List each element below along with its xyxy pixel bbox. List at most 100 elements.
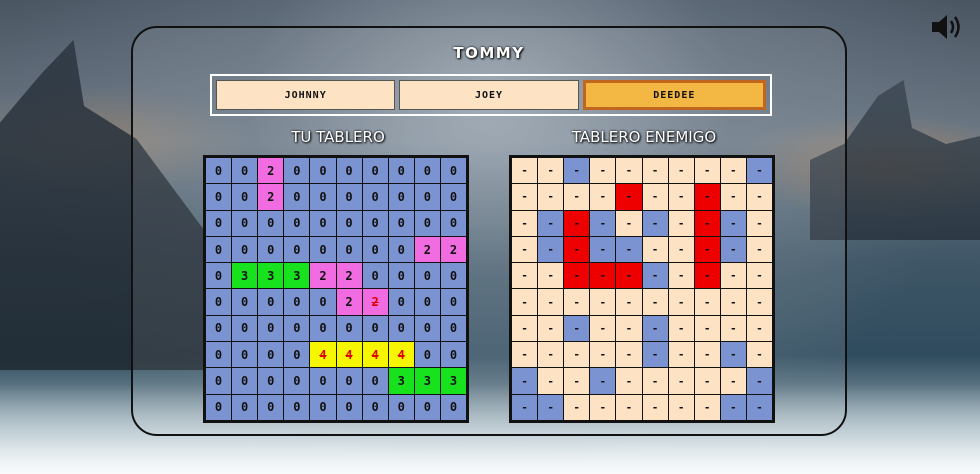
enemy-board-cell[interactable]: - bbox=[642, 263, 668, 289]
tab-deedee[interactable]: DEEDEE bbox=[582, 80, 766, 110]
enemy-board-cell[interactable]: - bbox=[746, 236, 772, 263]
enemy-board-cell[interactable]: - bbox=[642, 236, 668, 263]
enemy-board-cell[interactable]: - bbox=[720, 236, 746, 263]
enemy-board-cell[interactable]: - bbox=[746, 342, 772, 368]
sound-toggle-button[interactable] bbox=[930, 12, 964, 42]
enemy-board-cell[interactable]: - bbox=[590, 158, 616, 184]
enemy-board-cell[interactable]: - bbox=[538, 236, 564, 263]
enemy-board-cell[interactable]: - bbox=[642, 315, 668, 342]
enemy-board-cell[interactable]: - bbox=[746, 315, 772, 342]
enemy-board-cell[interactable]: - bbox=[616, 394, 642, 420]
enemy-board-cell[interactable]: - bbox=[746, 158, 772, 184]
enemy-board-cell[interactable]: - bbox=[616, 210, 642, 236]
enemy-board-cell[interactable]: - bbox=[564, 342, 590, 368]
enemy-board-cell[interactable]: - bbox=[616, 236, 642, 263]
enemy-board-cell[interactable]: - bbox=[746, 368, 772, 394]
enemy-board-cell[interactable]: - bbox=[512, 263, 538, 289]
enemy-board-cell[interactable]: - bbox=[642, 158, 668, 184]
enemy-board-cell[interactable]: - bbox=[616, 263, 642, 289]
enemy-board-cell[interactable]: - bbox=[694, 368, 720, 394]
enemy-board-cell[interactable]: - bbox=[590, 210, 616, 236]
enemy-board-cell[interactable]: - bbox=[668, 394, 694, 420]
enemy-board-cell[interactable]: - bbox=[512, 158, 538, 184]
enemy-board-cell[interactable]: - bbox=[642, 184, 668, 210]
enemy-board-cell[interactable]: - bbox=[694, 263, 720, 289]
enemy-board-cell[interactable]: - bbox=[564, 158, 590, 184]
enemy-board-cell[interactable]: - bbox=[668, 368, 694, 394]
enemy-board-cell[interactable]: - bbox=[642, 342, 668, 368]
enemy-board-cell[interactable]: - bbox=[668, 263, 694, 289]
enemy-board-cell[interactable]: - bbox=[512, 210, 538, 236]
enemy-board-cell[interactable]: - bbox=[746, 184, 772, 210]
enemy-board-cell[interactable]: - bbox=[694, 394, 720, 420]
enemy-board-cell[interactable]: - bbox=[538, 263, 564, 289]
enemy-board-cell[interactable]: - bbox=[694, 184, 720, 210]
enemy-board-cell[interactable]: - bbox=[694, 210, 720, 236]
enemy-board-cell[interactable]: - bbox=[590, 342, 616, 368]
enemy-board-cell[interactable]: - bbox=[512, 289, 538, 315]
enemy-board-cell[interactable]: - bbox=[538, 315, 564, 342]
enemy-board-cell[interactable]: - bbox=[616, 158, 642, 184]
enemy-board-cell[interactable]: - bbox=[642, 368, 668, 394]
enemy-board-cell[interactable]: - bbox=[668, 289, 694, 315]
enemy-board-cell[interactable]: - bbox=[512, 368, 538, 394]
enemy-board-cell[interactable]: - bbox=[668, 236, 694, 263]
enemy-board-cell[interactable]: - bbox=[564, 315, 590, 342]
enemy-board-cell[interactable]: - bbox=[720, 184, 746, 210]
enemy-board-cell[interactable]: - bbox=[746, 210, 772, 236]
tab-joey[interactable]: JOEY bbox=[399, 80, 579, 110]
enemy-board-cell[interactable]: - bbox=[590, 315, 616, 342]
enemy-board-cell[interactable]: - bbox=[590, 184, 616, 210]
enemy-board-cell[interactable]: - bbox=[720, 263, 746, 289]
enemy-board-cell[interactable]: - bbox=[590, 289, 616, 315]
enemy-board-cell[interactable]: - bbox=[616, 184, 642, 210]
enemy-board-cell[interactable]: - bbox=[616, 315, 642, 342]
enemy-board-cell[interactable]: - bbox=[512, 342, 538, 368]
enemy-board-cell[interactable]: - bbox=[590, 368, 616, 394]
enemy-board-cell[interactable]: - bbox=[538, 342, 564, 368]
enemy-board-cell[interactable]: - bbox=[720, 158, 746, 184]
enemy-board-cell[interactable]: - bbox=[564, 368, 590, 394]
enemy-board-cell[interactable]: - bbox=[668, 342, 694, 368]
enemy-board-cell[interactable]: - bbox=[538, 210, 564, 236]
enemy-board-cell[interactable]: - bbox=[694, 236, 720, 263]
enemy-board-cell[interactable]: - bbox=[668, 184, 694, 210]
enemy-board-cell[interactable]: - bbox=[642, 210, 668, 236]
enemy-board-cell[interactable]: - bbox=[512, 236, 538, 263]
enemy-board-cell[interactable]: - bbox=[564, 263, 590, 289]
enemy-board-cell[interactable]: - bbox=[720, 342, 746, 368]
enemy-board-cell[interactable]: - bbox=[668, 315, 694, 342]
enemy-board-cell[interactable]: - bbox=[590, 394, 616, 420]
enemy-board-cell[interactable]: - bbox=[668, 158, 694, 184]
enemy-board-cell[interactable]: - bbox=[564, 184, 590, 210]
enemy-board-cell[interactable]: - bbox=[564, 210, 590, 236]
enemy-board-cell[interactable]: - bbox=[720, 289, 746, 315]
enemy-board-cell[interactable]: - bbox=[642, 394, 668, 420]
enemy-board-cell[interactable]: - bbox=[538, 394, 564, 420]
enemy-board-cell[interactable]: - bbox=[538, 184, 564, 210]
enemy-board-cell[interactable]: - bbox=[512, 315, 538, 342]
enemy-board-cell[interactable]: - bbox=[746, 289, 772, 315]
enemy-board-cell[interactable]: - bbox=[538, 368, 564, 394]
enemy-board-cell[interactable]: - bbox=[564, 236, 590, 263]
enemy-board-cell[interactable]: - bbox=[694, 342, 720, 368]
enemy-board-cell[interactable]: - bbox=[642, 289, 668, 315]
enemy-board-cell[interactable]: - bbox=[694, 158, 720, 184]
enemy-board-cell[interactable]: - bbox=[720, 394, 746, 420]
enemy-board-cell[interactable]: - bbox=[668, 210, 694, 236]
enemy-board-cell[interactable]: - bbox=[512, 394, 538, 420]
enemy-board-cell[interactable]: - bbox=[538, 289, 564, 315]
enemy-board-cell[interactable]: - bbox=[720, 315, 746, 342]
enemy-board-cell[interactable]: - bbox=[720, 210, 746, 236]
enemy-board-cell[interactable]: - bbox=[694, 289, 720, 315]
enemy-board-cell[interactable]: - bbox=[616, 342, 642, 368]
enemy-board-cell[interactable]: - bbox=[720, 368, 746, 394]
enemy-board-cell[interactable]: - bbox=[694, 315, 720, 342]
enemy-board-cell[interactable]: - bbox=[746, 394, 772, 420]
enemy-board-cell[interactable]: - bbox=[590, 236, 616, 263]
enemy-board-cell[interactable]: - bbox=[590, 263, 616, 289]
enemy-board-cell[interactable]: - bbox=[538, 158, 564, 184]
tab-johnny[interactable]: JOHNNY bbox=[216, 80, 396, 110]
enemy-board-cell[interactable]: - bbox=[746, 263, 772, 289]
enemy-board-cell[interactable]: - bbox=[616, 368, 642, 394]
